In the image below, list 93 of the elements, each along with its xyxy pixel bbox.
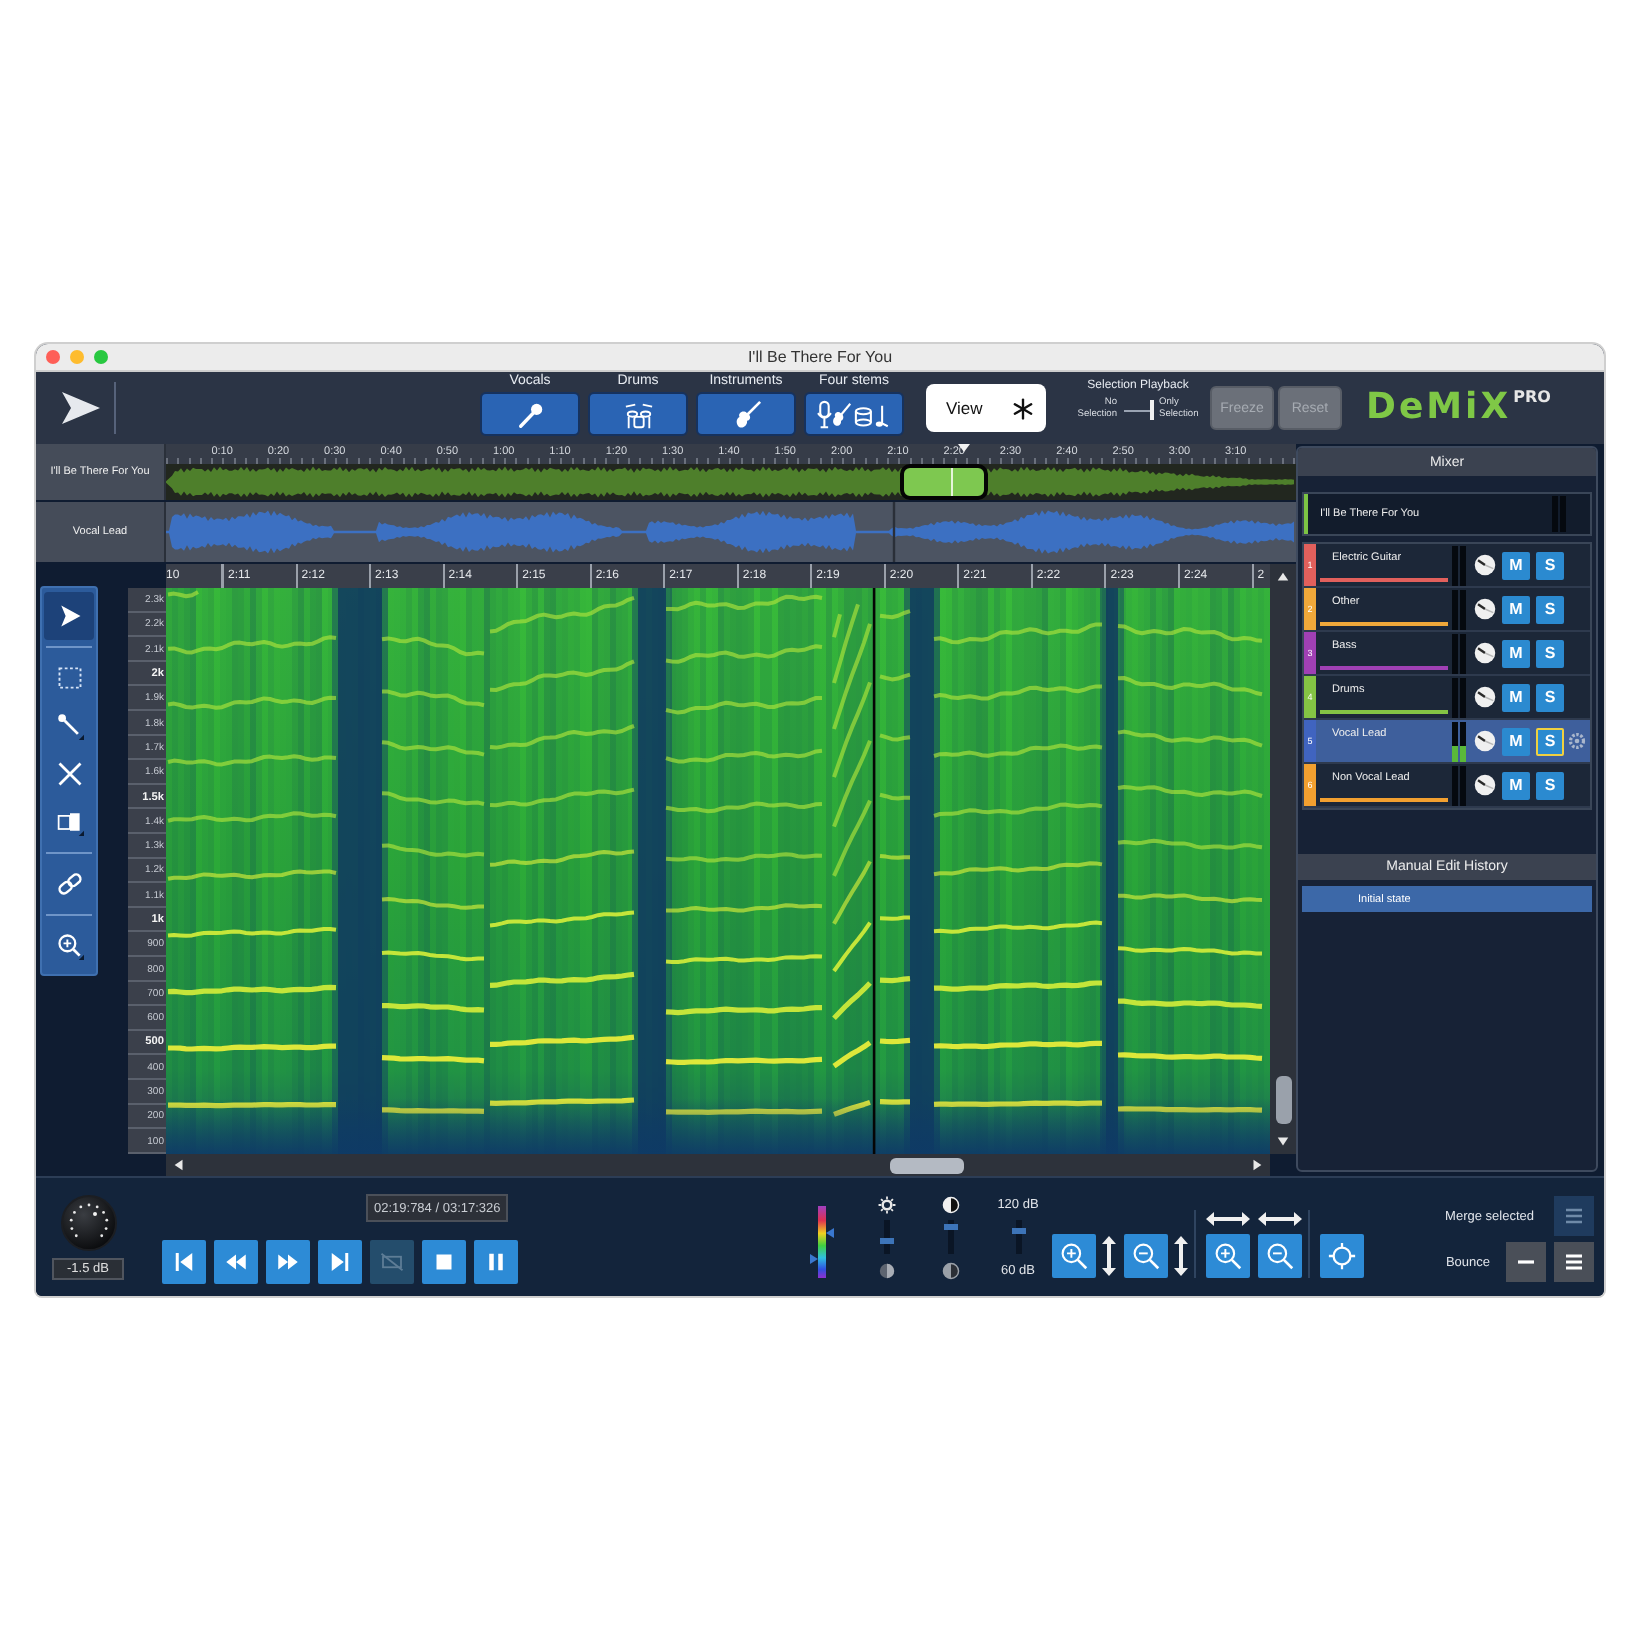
contrast-icon xyxy=(941,1196,959,1214)
pan-knob-icon[interactable] xyxy=(1474,642,1496,664)
pan-knob-icon[interactable] xyxy=(1474,774,1496,796)
mute-button[interactable]: M xyxy=(1502,727,1530,755)
zoom-in-icon xyxy=(1060,1242,1088,1270)
bounce-button[interactable] xyxy=(1554,1242,1594,1282)
contrast-slider[interactable] xyxy=(943,1220,957,1254)
contrast-icon xyxy=(941,1262,959,1280)
window-title: I'll Be There For You xyxy=(747,348,893,366)
stem-button[interactable] xyxy=(588,392,688,436)
skip-to-end-icon xyxy=(328,1250,352,1274)
view-button[interactable] xyxy=(1320,1234,1364,1278)
pan-knob-icon[interactable] xyxy=(1474,730,1496,752)
dashed-rectangle-icon xyxy=(55,664,83,692)
zoom-out-icon xyxy=(1132,1242,1160,1270)
solo-button[interactable]: S xyxy=(1536,771,1564,799)
gain-knob[interactable] xyxy=(59,1194,117,1252)
transport-button[interactable] xyxy=(474,1240,518,1284)
scroll-left-icon[interactable] xyxy=(172,1158,186,1172)
solo-button[interactable]: S xyxy=(1536,727,1564,755)
zoom-in-icon xyxy=(1214,1242,1242,1270)
colormap-scale xyxy=(818,1206,826,1278)
selection-window[interactable] xyxy=(900,464,988,500)
horizontal-arrows-icon xyxy=(1258,1212,1302,1226)
rewind-icon xyxy=(224,1250,248,1274)
close-window-icon[interactable] xyxy=(46,350,60,364)
drum-kit-icon xyxy=(623,399,653,429)
mute-button[interactable]: M xyxy=(1502,771,1530,799)
slider-thumb[interactable] xyxy=(1011,1227,1025,1233)
mute-button[interactable]: M xyxy=(1502,595,1530,623)
skip-to-start-icon xyxy=(172,1250,196,1274)
guitar-icon xyxy=(731,399,761,429)
solo-button[interactable]: S xyxy=(1536,551,1564,579)
transport-button[interactable] xyxy=(162,1240,206,1284)
slider-thumb[interactable] xyxy=(879,1238,893,1245)
pointer-logo-icon xyxy=(60,390,100,426)
stem-button[interactable] xyxy=(804,392,904,436)
loop-off-icon xyxy=(380,1250,404,1274)
stem-button[interactable] xyxy=(696,392,796,436)
menu-icon xyxy=(1562,1250,1586,1274)
playhead-line xyxy=(892,502,896,562)
fast-forward-icon xyxy=(276,1250,300,1274)
mute-button[interactable]: M xyxy=(1502,551,1530,579)
transport-button[interactable] xyxy=(266,1240,310,1284)
mute-button[interactable]: M xyxy=(1502,639,1530,667)
horizontal-scrollbar[interactable] xyxy=(166,1154,1270,1176)
sun-icon xyxy=(877,1196,895,1214)
vertical-arrows-icon xyxy=(1102,1236,1116,1276)
pause-icon xyxy=(484,1250,508,1274)
pan-knob-icon[interactable] xyxy=(1474,554,1496,576)
stem-button[interactable] xyxy=(480,392,580,436)
view-button[interactable] xyxy=(1124,1234,1168,1278)
slider-thumb[interactable] xyxy=(943,1224,957,1231)
asterisk-icon xyxy=(1012,397,1034,419)
cross-icon xyxy=(55,760,83,788)
pan-knob-icon[interactable] xyxy=(1474,598,1496,620)
view-button[interactable] xyxy=(1206,1234,1250,1278)
mute-button[interactable]: M xyxy=(1502,683,1530,711)
solo-button[interactable]: S xyxy=(1536,639,1564,667)
split-box-icon xyxy=(55,808,83,836)
lines-icon xyxy=(1562,1204,1586,1228)
brush-icon xyxy=(55,712,83,740)
dim-icon xyxy=(877,1262,895,1280)
crosshair-icon xyxy=(1328,1242,1356,1270)
zoom-icon xyxy=(55,932,83,960)
scroll-down-icon[interactable] xyxy=(1276,1134,1290,1148)
transport-button[interactable] xyxy=(318,1240,362,1284)
scroll-thumb[interactable] xyxy=(1275,1076,1291,1124)
view-button[interactable]: View xyxy=(926,384,1046,432)
tool-button[interactable] xyxy=(44,592,94,640)
instrument-group-icon xyxy=(816,399,892,429)
solo-button[interactable]: S xyxy=(1536,683,1564,711)
scroll-up-icon[interactable] xyxy=(1276,570,1290,584)
vertical-arrows-icon xyxy=(1174,1236,1188,1276)
scroll-thumb[interactable] xyxy=(890,1157,964,1173)
brand-name: DeMiX xyxy=(1366,388,1512,428)
horizontal-arrows-icon xyxy=(1206,1212,1250,1226)
transport-button[interactable] xyxy=(214,1240,258,1284)
vertical-scrollbar[interactable] xyxy=(1270,564,1296,1154)
stop-icon xyxy=(432,1250,456,1274)
scroll-right-icon[interactable] xyxy=(1250,1158,1264,1172)
view-button[interactable] xyxy=(1052,1234,1096,1278)
transport-button[interactable] xyxy=(422,1240,466,1284)
edition-label: PRO xyxy=(1513,388,1551,406)
chain-link-icon xyxy=(55,870,83,898)
microphone-icon xyxy=(515,399,545,429)
bounce-button[interactable] xyxy=(1506,1242,1546,1282)
zoom-out-icon xyxy=(1266,1242,1294,1270)
view-button[interactable] xyxy=(1258,1234,1302,1278)
selection-switch[interactable] xyxy=(1121,398,1155,422)
pan-knob-icon[interactable] xyxy=(1474,686,1496,708)
settings-icon[interactable] xyxy=(1568,732,1586,750)
solo-button[interactable]: S xyxy=(1536,595,1564,623)
